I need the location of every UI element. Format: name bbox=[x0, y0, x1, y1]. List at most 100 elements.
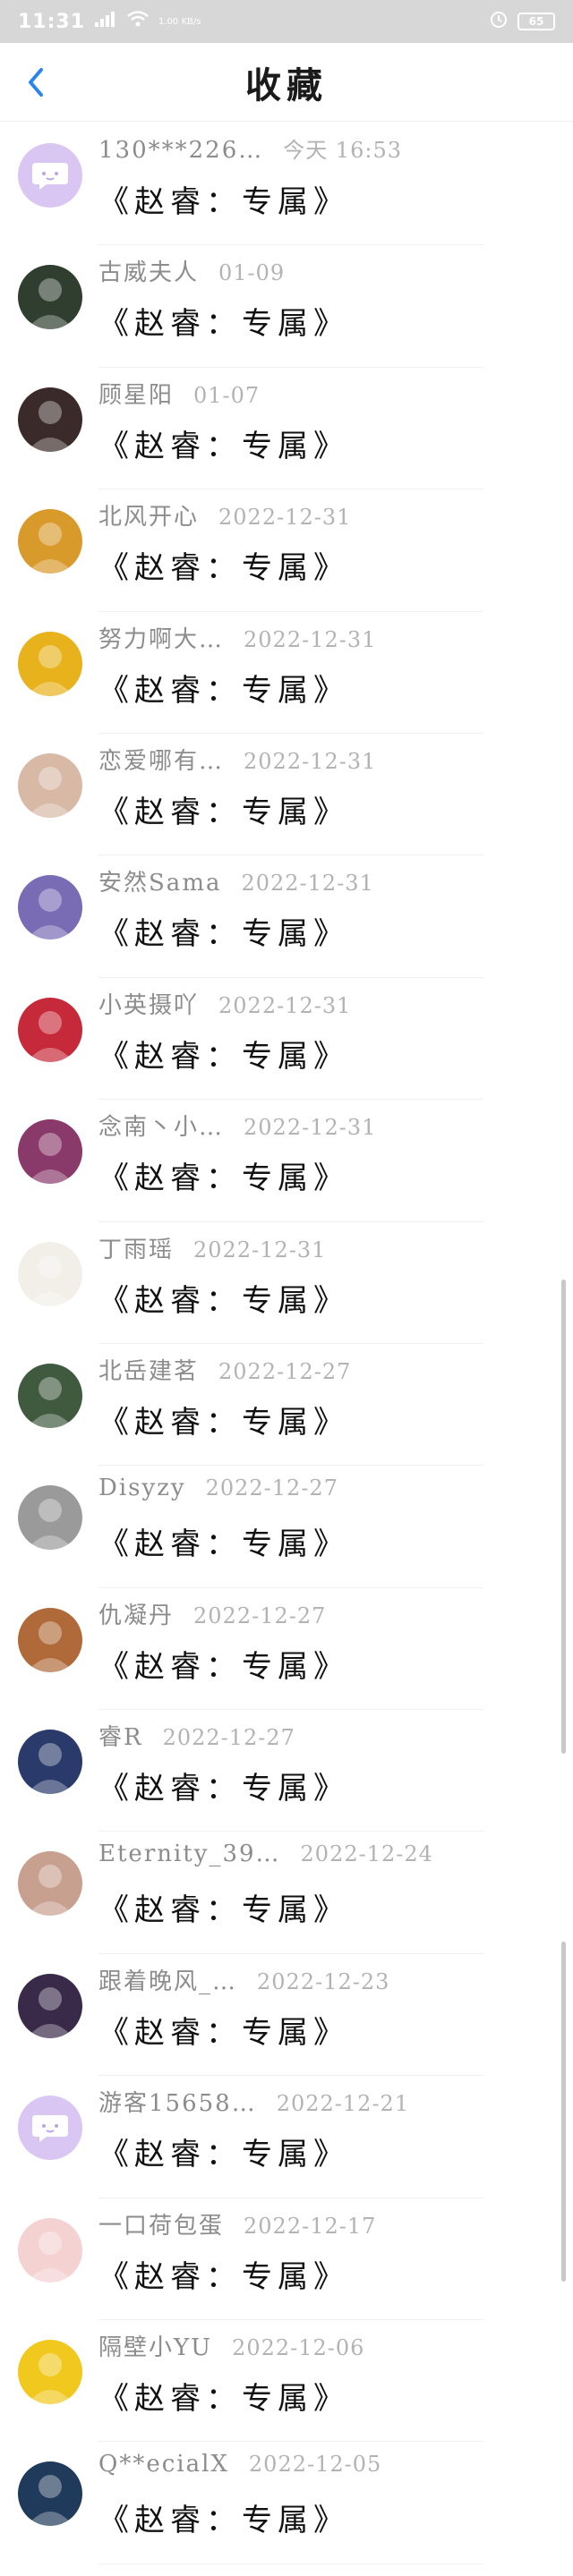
header-bar: 收藏 bbox=[0, 43, 573, 122]
list-item[interactable]: 努力啊大… 2022-12-31 《赵睿：专属》 bbox=[0, 612, 573, 734]
avatar[interactable] bbox=[18, 509, 82, 574]
message-text[interactable]: 《赵睿：专属》 bbox=[98, 666, 537, 710]
message-text[interactable]: 《赵睿：专属》 bbox=[98, 2374, 537, 2418]
status-time: 11:31 bbox=[18, 10, 86, 33]
signal-icon bbox=[94, 10, 117, 33]
chevron-left-icon bbox=[29, 68, 43, 97]
message-text[interactable]: 《赵睿：专属》 bbox=[98, 909, 537, 953]
username[interactable]: 念南丶小… bbox=[98, 1109, 224, 1142]
list-item[interactable]: 安然Sama 2022-12-31 《赵睿：专属》 bbox=[0, 855, 573, 978]
list-item[interactable]: Q**ecialX 2022-12-05 《赵睿：专属》 bbox=[0, 2442, 573, 2564]
username[interactable]: 古威夫人 bbox=[98, 254, 199, 287]
username[interactable]: Eternity_39… bbox=[98, 1841, 281, 1867]
avatar[interactable] bbox=[18, 387, 82, 452]
meta-line: 跟着晚风_… 2022-12-23 bbox=[98, 1963, 537, 2002]
avatar[interactable] bbox=[18, 2340, 82, 2405]
list-item[interactable]: 念南丶小… 2022-12-31 《赵睿：专属》 bbox=[0, 1100, 573, 1222]
message-text[interactable]: 《赵睿：专属》 bbox=[98, 2495, 537, 2539]
list-item[interactable]: 古威夫人 01-09 《赵睿：专属》 bbox=[0, 245, 573, 368]
list-item[interactable]: 丁雨瑶 2022-12-31 《赵睿：专属》 bbox=[0, 1222, 573, 1344]
list-item[interactable]: 恋爱哪有… 2022-12-31 《赵睿：专属》 bbox=[0, 734, 573, 856]
avatar[interactable] bbox=[18, 1485, 82, 1551]
avatar[interactable] bbox=[18, 1119, 82, 1185]
username[interactable]: 北岳建茗 bbox=[98, 1353, 199, 1386]
avatar[interactable] bbox=[18, 265, 82, 330]
message-text[interactable]: 《赵睿：专属》 bbox=[98, 1153, 537, 1197]
back-button[interactable] bbox=[18, 64, 54, 100]
timestamp: 2022-12-31 bbox=[218, 992, 352, 1018]
message-text[interactable]: 《赵睿：专属》 bbox=[98, 421, 537, 465]
list-item[interactable]: 顾星阳 01-07 《赵睿：专属》 bbox=[0, 368, 573, 490]
username[interactable]: 跟着晚风_… bbox=[98, 1963, 237, 1996]
item-text: 恋爱哪有… 2022-12-31 《赵睿：专属》 bbox=[98, 743, 537, 831]
timestamp: 2022-12-27 bbox=[218, 1358, 352, 1384]
avatar[interactable] bbox=[18, 1973, 82, 2038]
username[interactable]: 一口荷包蛋 bbox=[98, 2207, 224, 2240]
list-item[interactable]: 一口荷包蛋 2022-12-17 《赵睿：专属》 bbox=[0, 2198, 573, 2321]
username[interactable]: Disyzy bbox=[98, 1475, 186, 1501]
list-item[interactable]: 游客15658… 2022-12-21 《赵睿：专属》 bbox=[0, 2076, 573, 2198]
message-text[interactable]: 《赵睿：专属》 bbox=[98, 1642, 537, 1686]
message-text[interactable]: 《赵睿：专属》 bbox=[98, 2130, 537, 2173]
avatar[interactable] bbox=[18, 2217, 82, 2283]
item-text: Q**ecialX 2022-12-05 《赵睿：专属》 bbox=[98, 2451, 537, 2539]
list-item[interactable]: Disyzy 2022-12-27 《赵睿：专属》 bbox=[0, 1466, 573, 1588]
avatar[interactable] bbox=[18, 997, 82, 1062]
list-item[interactable]: 跟着晚风_… 2022-12-23 《赵睿：专属》 bbox=[0, 1954, 573, 2077]
message-text[interactable]: 《赵睿：专属》 bbox=[98, 299, 537, 343]
message-text[interactable]: 《赵睿：专属》 bbox=[98, 543, 537, 587]
list-item[interactable]: 北风开心 2022-12-31 《赵睿：专属》 bbox=[0, 489, 573, 612]
message-text[interactable]: 《赵睿：专属》 bbox=[98, 1276, 537, 1320]
username[interactable]: 努力啊大… bbox=[98, 621, 224, 654]
message-text[interactable]: 《赵睿：专属》 bbox=[98, 1398, 537, 1441]
list-item[interactable]: 130***226… 今天 16:53 《赵睿：专属》 bbox=[0, 123, 573, 246]
message-text[interactable]: 《赵睿：专属》 bbox=[98, 1519, 537, 1563]
message-text[interactable]: 《赵睿：专属》 bbox=[98, 1885, 537, 1929]
username[interactable]: 顾星阳 bbox=[98, 377, 174, 410]
item-text: 隔壁小YU 2022-12-06 《赵睿：专属》 bbox=[98, 2329, 537, 2418]
username[interactable]: 小英摄吖 bbox=[98, 987, 199, 1020]
timestamp: 2022-12-05 bbox=[248, 2452, 382, 2478]
username[interactable]: 130***226… bbox=[98, 137, 263, 164]
avatar[interactable] bbox=[18, 752, 82, 818]
list-item[interactable]: 小英摄吖 2022-12-31 《赵睿：专属》 bbox=[0, 978, 573, 1101]
avatar[interactable] bbox=[18, 875, 82, 940]
user-photo-icon bbox=[27, 1254, 73, 1306]
message-text[interactable]: 《赵睿：专属》 bbox=[98, 787, 537, 831]
item-text: 安然Sama 2022-12-31 《赵睿：专属》 bbox=[98, 864, 537, 953]
avatar[interactable] bbox=[18, 631, 82, 696]
username[interactable]: 游客15658… bbox=[98, 2085, 257, 2118]
avatar[interactable] bbox=[18, 143, 82, 208]
list-item[interactable]: 北岳建茗 2022-12-27 《赵睿：专属》 bbox=[0, 1344, 573, 1467]
message-text[interactable]: 《赵睿：专属》 bbox=[98, 1764, 537, 1807]
username[interactable]: 仇凝丹 bbox=[98, 1597, 174, 1630]
timestamp: 2022-12-31 bbox=[244, 626, 377, 652]
avatar[interactable] bbox=[18, 2096, 82, 2161]
list-item[interactable]: 仇凝丹 2022-12-27 《赵睿：专属》 bbox=[0, 1588, 573, 1711]
avatar[interactable] bbox=[18, 1730, 82, 1795]
message-text[interactable]: 《赵睿：专属》 bbox=[98, 2252, 537, 2296]
avatar[interactable] bbox=[18, 1607, 82, 1672]
avatar[interactable] bbox=[18, 1241, 82, 1306]
username[interactable]: 隔壁小YU bbox=[98, 2329, 212, 2362]
username[interactable]: 北风开心 bbox=[98, 498, 199, 531]
message-text[interactable]: 《赵睿：专属》 bbox=[98, 2008, 537, 2052]
timestamp: 2022-12-31 bbox=[241, 871, 374, 897]
username[interactable]: Q**ecialX bbox=[98, 2451, 229, 2478]
avatar[interactable] bbox=[18, 2461, 82, 2527]
timestamp: 2022-12-21 bbox=[276, 2091, 410, 2117]
list-item[interactable]: 睿R 2022-12-27 《赵睿：专属》 bbox=[0, 1710, 573, 1832]
list-item[interactable]: 隔壁小YU 2022-12-06 《赵睿：专属》 bbox=[0, 2320, 573, 2443]
message-text[interactable]: 《赵睿：专属》 bbox=[98, 1032, 537, 1075]
list-item[interactable]: Eternity_39… 2022-12-24 《赵睿：专属》 bbox=[0, 1832, 573, 1954]
user-photo-icon bbox=[27, 1986, 73, 2038]
username[interactable]: 丁雨瑶 bbox=[98, 1231, 174, 1264]
user-photo-icon bbox=[27, 1133, 73, 1185]
scrollbar[interactable] bbox=[561, 1279, 566, 1754]
avatar[interactable] bbox=[18, 1363, 82, 1428]
message-text[interactable]: 《赵睿：专属》 bbox=[98, 177, 537, 221]
username[interactable]: 安然Sama bbox=[98, 864, 221, 897]
avatar[interactable] bbox=[18, 1851, 82, 1917]
username[interactable]: 恋爱哪有… bbox=[98, 743, 224, 776]
username[interactable]: 睿R bbox=[98, 1719, 143, 1752]
